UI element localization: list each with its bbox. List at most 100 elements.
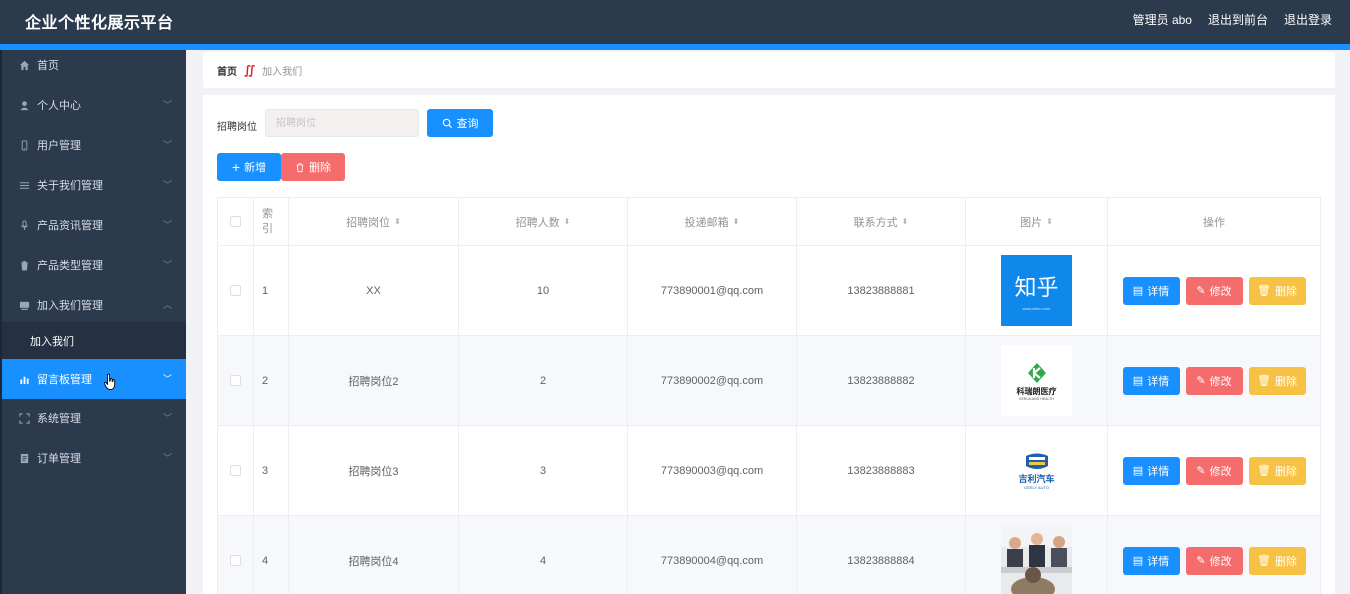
row-checkbox[interactable] <box>230 285 241 296</box>
sidebar-item-about-us[interactable]: 关于我们管理 ﹀ <box>2 165 186 205</box>
sidebar: 首页 个人中心 ﹀ 用户管理 ﹀ 关于我们管理 ﹀ 产品资讯管理 ﹀ 产品类型管… <box>2 50 186 594</box>
edit-button[interactable]: ✎ 修改 <box>1185 276 1243 305</box>
sidebar-item-product-news[interactable]: 产品资讯管理 ﹀ <box>2 205 186 245</box>
row-checkbox[interactable] <box>230 555 241 566</box>
cell-email: 773890001@qq.com <box>628 246 797 335</box>
app-title: 企业个性化展示平台 <box>25 15 174 32</box>
header-count[interactable]: 招聘人数 ⬍ <box>459 198 628 245</box>
detail-button[interactable]: ▤ 详情 <box>1122 366 1180 395</box>
chevron-down-icon: ﹀ <box>162 374 172 384</box>
sidebar-item-label: 系统管理 <box>37 413 81 425</box>
sidebar-item-home[interactable]: 首页 <box>2 45 186 85</box>
admin-user-label: 管理员 abo <box>1132 13 1192 27</box>
cell-count: 4 <box>459 516 628 594</box>
home-icon <box>18 59 30 71</box>
trash-icon <box>296 162 304 172</box>
edit-button[interactable]: ✎ 修改 <box>1185 366 1243 395</box>
detail-button[interactable]: ▤ 详情 <box>1122 456 1180 485</box>
table-row: 1 XX 10 773890001@qq.com 13823888881 知乎 … <box>218 246 1320 336</box>
header-image[interactable]: 图片 ⬍ <box>966 198 1108 245</box>
cell-index: 3 <box>254 426 289 515</box>
recruitment-table: 索引 招聘岗位 ⬍ 招聘人数 ⬍ 投递邮箱 ⬍ 联系方式 ⬍ 图片 ⬍ 操作 1 XX 1… <box>217 197 1321 594</box>
cell-index: 1 <box>254 246 289 335</box>
chart-icon <box>18 373 30 385</box>
logout-link[interactable]: 退出登录 <box>1284 11 1332 28</box>
header-actions: 操作 <box>1203 216 1225 229</box>
search-icon <box>442 118 452 128</box>
batch-delete-button[interactable]: 删除 <box>281 153 345 181</box>
meeting-photo-image[interactable] <box>1001 525 1072 594</box>
sidebar-item-label: 留言板管理 <box>37 374 92 386</box>
mic-icon <box>18 219 30 231</box>
header-index: 索引 <box>254 198 289 245</box>
edit-button[interactable]: ✎ 修改 <box>1185 456 1243 485</box>
chevron-down-icon: ﹀ <box>162 453 172 463</box>
chevron-down-icon: ﹀ <box>162 220 172 230</box>
sort-icon[interactable]: ⬍ <box>564 217 571 226</box>
row-checkbox[interactable] <box>230 465 241 476</box>
query-button[interactable]: 查询 <box>427 109 493 137</box>
sidebar-item-order-management[interactable]: 订单管理 ﹀ <box>2 438 186 478</box>
cell-email: 773890003@qq.com <box>628 426 797 515</box>
position-search-input[interactable] <box>265 109 419 137</box>
fullscreen-icon <box>18 412 30 424</box>
sidebar-item-join-us-management[interactable]: 加入我们管理 ︿ <box>2 285 186 325</box>
sidebar-item-label: 订单管理 <box>37 453 81 465</box>
breadcrumb-current: 加入我们 <box>262 66 303 78</box>
select-all-checkbox[interactable] <box>230 216 241 227</box>
sidebar-item-product-type[interactable]: 产品类型管理 ﹀ <box>2 245 186 285</box>
sidebar-item-message-board[interactable]: 留言板管理 ﹀ <box>2 359 186 399</box>
pencil-icon: ✎ <box>1196 375 1206 387</box>
monitor-icon <box>18 299 30 311</box>
document-icon <box>18 452 30 464</box>
delete-button[interactable]: 🗑 删除 <box>1248 546 1306 575</box>
delete-button[interactable]: 🗑 删除 <box>1248 456 1306 485</box>
kerulang-logo-image[interactable]: 科瑞朗医疗 KERUILANG HEALTH <box>1001 345 1072 416</box>
breadcrumb-home[interactable]: 首页 <box>217 63 237 78</box>
batch-delete-label: 删除 <box>309 162 331 174</box>
sidebar-item-personal-center[interactable]: 个人中心 ﹀ <box>2 85 186 125</box>
edit-button[interactable]: ✎ 修改 <box>1185 546 1243 575</box>
header-position[interactable]: 招聘岗位 ⬍ <box>289 198 459 245</box>
sort-icon[interactable]: ⬍ <box>394 217 401 226</box>
geely-logo-image[interactable]: 吉利汽车 GEELY AUTO <box>1001 435 1072 506</box>
trash-icon: 🗑 <box>1257 555 1271 567</box>
header-accent-bar <box>0 44 1350 50</box>
detail-button[interactable]: ▤ 详情 <box>1122 546 1180 575</box>
header-phone[interactable]: 联系方式 ⬍ <box>797 198 966 245</box>
zhihu-logo-image[interactable]: 知乎 www.zhihu.com <box>1001 255 1072 326</box>
row-checkbox[interactable] <box>230 375 241 386</box>
chevron-up-icon: ︿ <box>162 300 172 310</box>
cell-index: 2 <box>254 336 289 425</box>
document-icon: ▤ <box>1132 375 1144 387</box>
delete-button[interactable]: 🗑 删除 <box>1248 276 1306 305</box>
header-email[interactable]: 投递邮箱 ⬍ <box>628 198 797 245</box>
sidebar-item-user-management[interactable]: 用户管理 ﹀ <box>2 125 186 165</box>
cell-email: 773890002@qq.com <box>628 336 797 425</box>
sort-icon[interactable]: ⬍ <box>733 217 740 226</box>
sidebar-item-label: 产品类型管理 <box>37 260 103 272</box>
cell-count: 3 <box>459 426 628 515</box>
table-row: 4 招聘岗位4 4 773890004@qq.com 13823888884 ▤… <box>218 516 1320 594</box>
document-icon: ▤ <box>1132 555 1144 567</box>
back-to-frontend-link[interactable]: 退出到前台 <box>1208 11 1268 28</box>
sidebar-item-system-management[interactable]: 系统管理 ﹀ <box>2 398 186 438</box>
chevron-down-icon: ﹀ <box>162 100 172 110</box>
detail-button[interactable]: ▤ 详情 <box>1122 276 1180 305</box>
phone-icon <box>18 139 30 151</box>
table-header-row: 索引 招聘岗位 ⬍ 招聘人数 ⬍ 投递邮箱 ⬍ 联系方式 ⬍ 图片 ⬍ 操作 <box>218 198 1320 246</box>
sidebar-subitem-join-us[interactable]: 加入我们 <box>2 322 186 360</box>
trash-icon <box>18 259 30 271</box>
delete-button[interactable]: 🗑 删除 <box>1248 366 1306 395</box>
plus-icon: + <box>231 159 241 175</box>
sort-icon[interactable]: ⬍ <box>1046 217 1053 226</box>
trash-icon: 🗑 <box>1257 285 1271 297</box>
cell-position: 招聘岗位2 <box>289 336 459 425</box>
add-button[interactable]: + 新增 <box>217 153 281 181</box>
query-button-label: 查询 <box>456 118 479 130</box>
cell-count: 2 <box>459 336 628 425</box>
breadcrumb: 首页 ∬ 加入我们 <box>203 52 1335 88</box>
sort-icon[interactable]: ⬍ <box>902 217 909 226</box>
document-icon: ▤ <box>1132 465 1144 477</box>
cell-phone: 13823888881 <box>797 246 966 335</box>
